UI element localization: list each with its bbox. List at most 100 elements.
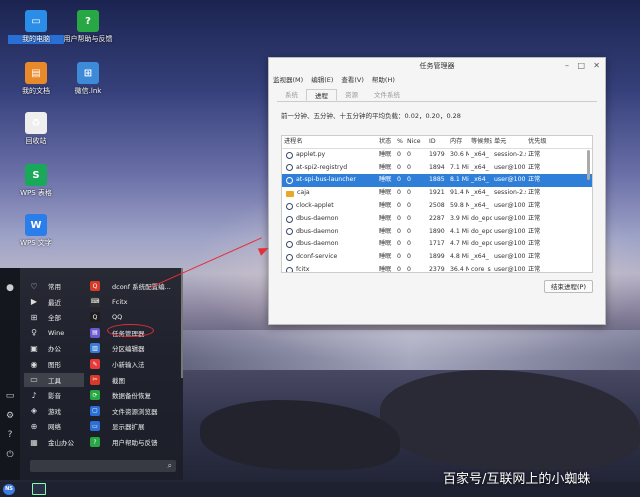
cell-unit: user@100(	[494, 253, 526, 261]
table-row[interactable]: applet.py 睡眠 00 1979 30.6 Mi_x64_ session-2.s…	[282, 149, 592, 162]
desktop-icon[interactable]: ⊞ 微信.lnk	[60, 62, 116, 96]
category-item[interactable]: ⊞ 全部	[24, 310, 84, 324]
category-item[interactable]: ♡ 常用	[24, 279, 84, 293]
tab[interactable]: 文件系统	[366, 89, 408, 101]
tab[interactable]: 资源	[337, 89, 366, 101]
cell-status: 睡眠	[379, 201, 392, 209]
cell-status: 睡眠	[379, 227, 392, 235]
category-item[interactable]: ♪ 影音	[24, 388, 84, 402]
app-item[interactable]: ▭ 显示器扩展	[90, 419, 178, 433]
desktop-icon-label: 微信.lnk	[74, 87, 102, 95]
minimize-icon[interactable]: –	[565, 58, 569, 74]
category-label: Wine	[48, 328, 65, 337]
app-item[interactable]: ? 用户帮助与反馈	[90, 435, 178, 449]
start-button[interactable]: NS	[3, 484, 15, 495]
process-icon	[286, 228, 293, 236]
settings-icon[interactable]: ⚙	[4, 410, 16, 422]
app-item[interactable]: ✂ 截图	[90, 373, 178, 387]
table-scrollbar[interactable]	[587, 150, 590, 180]
process-name: dbus-daemon	[296, 240, 339, 248]
app-item[interactable]: ⌨ Fcitx	[90, 295, 178, 309]
menu-item[interactable]: 查看(V)	[341, 74, 364, 86]
desktop-app-icon: ▭	[25, 10, 47, 32]
desktop-icon[interactable]: ? 用户帮助与反馈	[60, 10, 116, 44]
cell-id: 1890	[429, 227, 445, 235]
desktop-icon[interactable]: ▭ 我的电脑	[8, 10, 64, 44]
process-name-cell: dconf-service	[282, 251, 377, 264]
app-icon: ?	[90, 437, 100, 447]
column-header[interactable]: 状态	[377, 136, 395, 148]
end-process-button[interactable]: 结束进程(P)	[544, 280, 593, 293]
cell-nice: 0	[407, 176, 411, 184]
app-item[interactable]: ▥ 分区编辑器	[90, 341, 178, 355]
table-row[interactable]: dbus-daemon 睡眠 00 1717 4.7 MiEdo_epcuser@100…	[282, 238, 592, 251]
cell-prio: 正常	[528, 240, 541, 248]
column-header[interactable]: 单元	[492, 136, 526, 148]
cell-mem: 4.1 MiE	[450, 227, 469, 235]
cell-cpu: 0	[397, 150, 401, 158]
category-item[interactable]: ♀ Wine	[24, 326, 84, 340]
monitor-icon[interactable]: ▭	[4, 390, 16, 402]
table-row[interactable]: fcitx 睡眠 00 2379 36.4 Micore_suser@100(正常	[282, 264, 592, 272]
table-row[interactable]: dconf-service 睡眠 00 1899 4.8 MiE_x64_ user@10…	[282, 251, 592, 264]
table-row[interactable]: clock-applet 睡眠 00 2508 59.8 Mi_x64_ user@100…	[282, 200, 592, 213]
category-item[interactable]: ⊕ 网络	[24, 419, 84, 433]
cell-id: 1717	[429, 240, 445, 248]
tab[interactable]: 进程	[306, 89, 337, 101]
process-name-cell: dbus-daemon	[282, 226, 377, 239]
table-row[interactable]: dbus-daemon 睡眠 00 2287 3.9 MiEdo_epcuser@100…	[282, 213, 592, 226]
start-menu-search-input[interactable]: ⌕	[30, 460, 176, 472]
column-header[interactable]: 内存	[448, 136, 469, 148]
process-name-cell: applet.py	[282, 149, 377, 162]
start-menu-scrollbar[interactable]	[181, 268, 183, 378]
category-item[interactable]: ▦ 金山办公	[24, 435, 84, 449]
desktop-icon[interactable]: W WPS 文字	[8, 214, 64, 248]
app-item[interactable]: Q QQ	[90, 310, 178, 324]
category-item[interactable]: ▭ 工具	[24, 372, 84, 387]
category-item[interactable]: ▶ 最近	[24, 295, 84, 309]
table-row[interactable]: at-spi-bus-launcher 睡眠 00 1885 8.1 MiE_x64_ u…	[282, 174, 592, 188]
desktop-icon-label: WPS 文字	[20, 239, 52, 247]
cell-prio: 正常	[528, 227, 541, 235]
cell-prio: 正常	[528, 189, 541, 197]
desktop-icon[interactable]: ▤ 我的文档	[8, 62, 64, 96]
app-item[interactable]: ⟳ 数据备份恢复	[90, 388, 178, 402]
help-icon[interactable]: ?	[4, 429, 16, 441]
taskbar-task-manager[interactable]	[32, 483, 46, 495]
maximize-icon[interactable]: □	[577, 58, 585, 74]
app-icon: Q	[90, 312, 100, 323]
app-item[interactable]: ✎ 小新输入法	[90, 357, 178, 371]
column-header[interactable]: %	[395, 136, 405, 148]
user-icon[interactable]: ●	[4, 282, 16, 294]
column-header[interactable]: 等候频道	[469, 136, 492, 148]
cell-status: 睡眠	[379, 163, 392, 171]
column-header[interactable]: ID	[427, 136, 448, 148]
table-row[interactable]: at-spi2-registryd 睡眠 00 1894 7.1 MiE_x64_ use…	[282, 162, 592, 175]
cell-prio: 正常	[528, 150, 541, 158]
app-icon: Q	[90, 281, 100, 291]
app-item[interactable]: ▢ 文件资源浏览器	[90, 404, 178, 418]
app-icon: ⟳	[90, 390, 100, 401]
menu-item[interactable]: 帮助(H)	[372, 74, 395, 86]
category-item[interactable]: ◈ 游戏	[24, 404, 84, 418]
column-header[interactable]: 进程名	[282, 136, 377, 148]
menu-item[interactable]: 编辑(E)	[311, 74, 333, 86]
category-icon: ♀	[31, 328, 37, 338]
category-label: 网络	[48, 423, 61, 432]
tab[interactable]: 系统	[277, 89, 306, 101]
desktop-icon[interactable]: ♻ 回收站	[8, 112, 64, 146]
table-header: 进程名状态%NiceID内存等候频道单元优先级	[282, 136, 592, 149]
power-icon[interactable]: ⏻	[4, 449, 16, 461]
table-row[interactable]: dbus-daemon 睡眠 00 1890 4.1 MiEdo_epcuser@100…	[282, 226, 592, 239]
window-titlebar[interactable]: 任务管理器 – □ ✕	[269, 58, 605, 74]
table-row[interactable]: caja 睡眠 00 1921 91.4 Mi_x64_ session-2.s正常	[282, 187, 592, 200]
category-item[interactable]: ▣ 办公	[24, 341, 84, 355]
category-item[interactable]: ◉ 图形	[24, 357, 84, 371]
menu-item[interactable]: 监视器(M)	[273, 74, 303, 86]
column-header[interactable]: 优先级	[526, 136, 584, 148]
close-icon[interactable]: ✕	[593, 58, 600, 74]
column-header[interactable]: Nice	[405, 136, 427, 148]
desktop-icon[interactable]: S WPS 表格	[8, 164, 64, 198]
process-name: applet.py	[296, 150, 326, 158]
cell-unit: user@100(	[494, 163, 526, 171]
